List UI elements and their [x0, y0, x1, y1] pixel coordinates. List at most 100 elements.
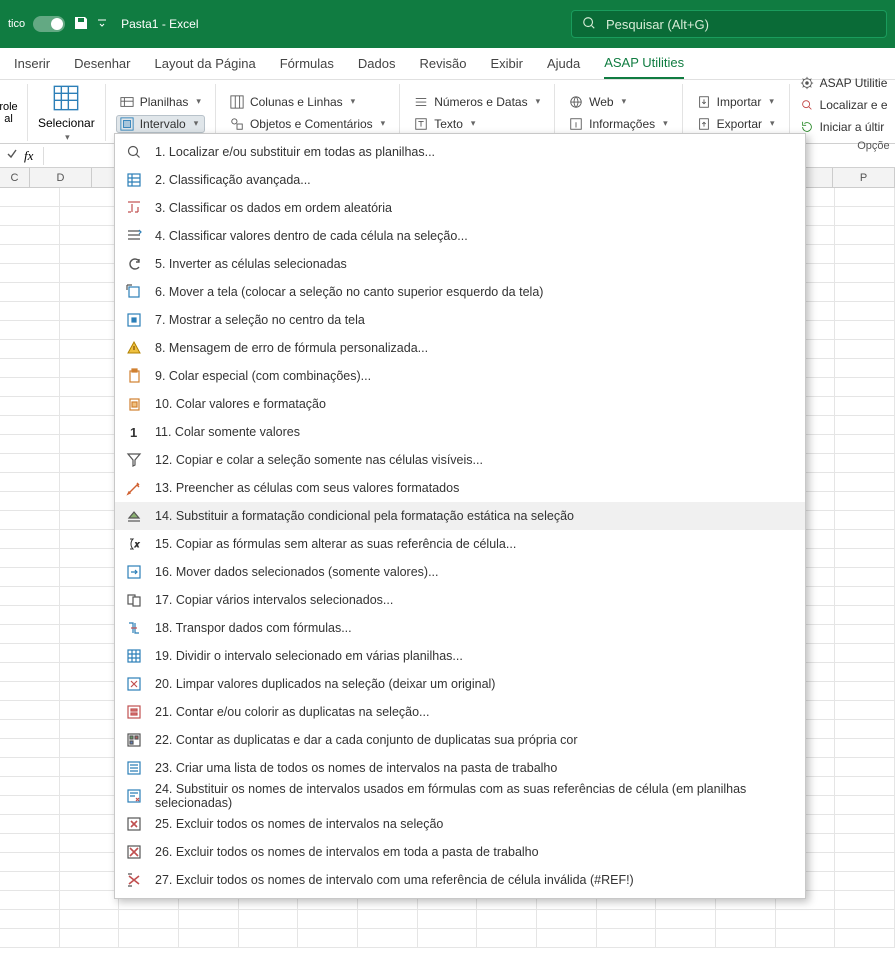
- cell[interactable]: [60, 283, 120, 301]
- numeros-menu[interactable]: Números e Datas▾: [410, 93, 544, 111]
- cell[interactable]: [835, 264, 895, 282]
- cell[interactable]: [60, 435, 120, 453]
- cell[interactable]: [60, 682, 120, 700]
- cell[interactable]: [60, 397, 120, 415]
- web-menu[interactable]: Web▾: [565, 93, 672, 111]
- cell[interactable]: [835, 587, 895, 605]
- menu-item-14[interactable]: 14. Substituir a formatação condicional …: [115, 502, 805, 530]
- tab-exibir[interactable]: Exibir: [490, 48, 523, 79]
- cell[interactable]: [835, 625, 895, 643]
- cell[interactable]: [835, 777, 895, 795]
- cell[interactable]: [60, 359, 120, 377]
- cell[interactable]: [0, 378, 60, 396]
- cell[interactable]: [358, 910, 418, 928]
- tab-layout-da-página[interactable]: Layout da Página: [155, 48, 256, 79]
- cell[interactable]: [60, 796, 120, 814]
- cell[interactable]: [60, 758, 120, 776]
- ribbon-big-control[interactable]: role al: [0, 101, 17, 125]
- cell[interactable]: [0, 644, 60, 662]
- menu-item-2[interactable]: 2. Classificação avançada...: [115, 166, 805, 194]
- menu-item-15[interactable]: x15. Copiar as fórmulas sem alterar as s…: [115, 530, 805, 558]
- cell[interactable]: [0, 416, 60, 434]
- menu-item-17[interactable]: 17. Copiar vários intervalos selecionado…: [115, 586, 805, 614]
- cell[interactable]: [0, 625, 60, 643]
- cell[interactable]: [0, 891, 60, 909]
- cell[interactable]: [0, 834, 60, 852]
- cell[interactable]: [537, 910, 597, 928]
- cell[interactable]: [656, 929, 716, 947]
- menu-item-19[interactable]: 19. Dividir o intervalo selecionado em v…: [115, 642, 805, 670]
- save-icon[interactable]: [73, 15, 89, 34]
- cell[interactable]: [835, 758, 895, 776]
- cell[interactable]: [0, 492, 60, 510]
- cell[interactable]: [60, 188, 120, 206]
- cell[interactable]: [835, 435, 895, 453]
- cell[interactable]: [298, 910, 358, 928]
- cell[interactable]: [60, 207, 120, 225]
- cell[interactable]: [60, 264, 120, 282]
- menu-item-3[interactable]: 3. Classificar os dados em ordem aleatór…: [115, 194, 805, 222]
- menu-item-24[interactable]: 24. Substituir os nomes de intervalos us…: [115, 782, 805, 810]
- tab-desenhar[interactable]: Desenhar: [74, 48, 130, 79]
- cell[interactable]: [835, 359, 895, 377]
- cell[interactable]: [60, 644, 120, 662]
- planilhas-menu[interactable]: Planilhas▾: [116, 93, 205, 111]
- cell[interactable]: [179, 910, 239, 928]
- cell[interactable]: [0, 245, 60, 263]
- cell[interactable]: [0, 796, 60, 814]
- cell[interactable]: [60, 511, 120, 529]
- menu-item-5[interactable]: 5. Inverter as células selecionadas: [115, 250, 805, 278]
- cell[interactable]: [0, 910, 60, 928]
- cell[interactable]: [60, 701, 120, 719]
- cell[interactable]: [835, 302, 895, 320]
- cell[interactable]: [835, 283, 895, 301]
- cell[interactable]: [835, 492, 895, 510]
- cell[interactable]: [0, 929, 60, 947]
- cell[interactable]: [0, 739, 60, 757]
- cell[interactable]: [835, 207, 895, 225]
- cell[interactable]: [0, 302, 60, 320]
- cell[interactable]: [60, 245, 120, 263]
- column-header[interactable]: C: [0, 168, 30, 187]
- tab-inserir[interactable]: Inserir: [14, 48, 50, 79]
- cell[interactable]: [60, 587, 120, 605]
- texto-menu[interactable]: Texto▾: [410, 115, 544, 133]
- menu-item-18[interactable]: 18. Transpor dados com fórmulas...: [115, 614, 805, 642]
- cell[interactable]: [119, 910, 179, 928]
- cell[interactable]: [60, 321, 120, 339]
- menu-item-6[interactable]: 6. Mover a tela (colocar a seleção no ca…: [115, 278, 805, 306]
- cell[interactable]: [60, 910, 120, 928]
- cell[interactable]: [60, 226, 120, 244]
- cell[interactable]: [716, 910, 776, 928]
- cell[interactable]: [835, 245, 895, 263]
- tab-asap-utilities[interactable]: ASAP Utilities: [604, 48, 684, 79]
- cell[interactable]: [835, 397, 895, 415]
- cell[interactable]: [0, 226, 60, 244]
- cell[interactable]: [835, 891, 895, 909]
- cell[interactable]: [0, 321, 60, 339]
- cell[interactable]: [60, 891, 120, 909]
- menu-item-10[interactable]: 10. Colar valores e formatação: [115, 390, 805, 418]
- cell[interactable]: [0, 568, 60, 586]
- search-box[interactable]: Pesquisar (Alt+G): [571, 10, 887, 38]
- cell[interactable]: [60, 568, 120, 586]
- cell[interactable]: [239, 929, 299, 947]
- cell[interactable]: [0, 207, 60, 225]
- cell[interactable]: [0, 511, 60, 529]
- cell[interactable]: [835, 739, 895, 757]
- menu-item-16[interactable]: 16. Mover dados selecionados (somente va…: [115, 558, 805, 586]
- cell[interactable]: [60, 549, 120, 567]
- cell[interactable]: [60, 739, 120, 757]
- cell[interactable]: [0, 758, 60, 776]
- cell[interactable]: [0, 701, 60, 719]
- cell[interactable]: [776, 929, 836, 947]
- tab-dados[interactable]: Dados: [358, 48, 396, 79]
- cell[interactable]: [60, 454, 120, 472]
- tab-ajuda[interactable]: Ajuda: [547, 48, 580, 79]
- cell[interactable]: [239, 910, 299, 928]
- cell[interactable]: [835, 530, 895, 548]
- cell[interactable]: [60, 720, 120, 738]
- cell[interactable]: [835, 701, 895, 719]
- cell[interactable]: [60, 302, 120, 320]
- cell[interactable]: [0, 587, 60, 605]
